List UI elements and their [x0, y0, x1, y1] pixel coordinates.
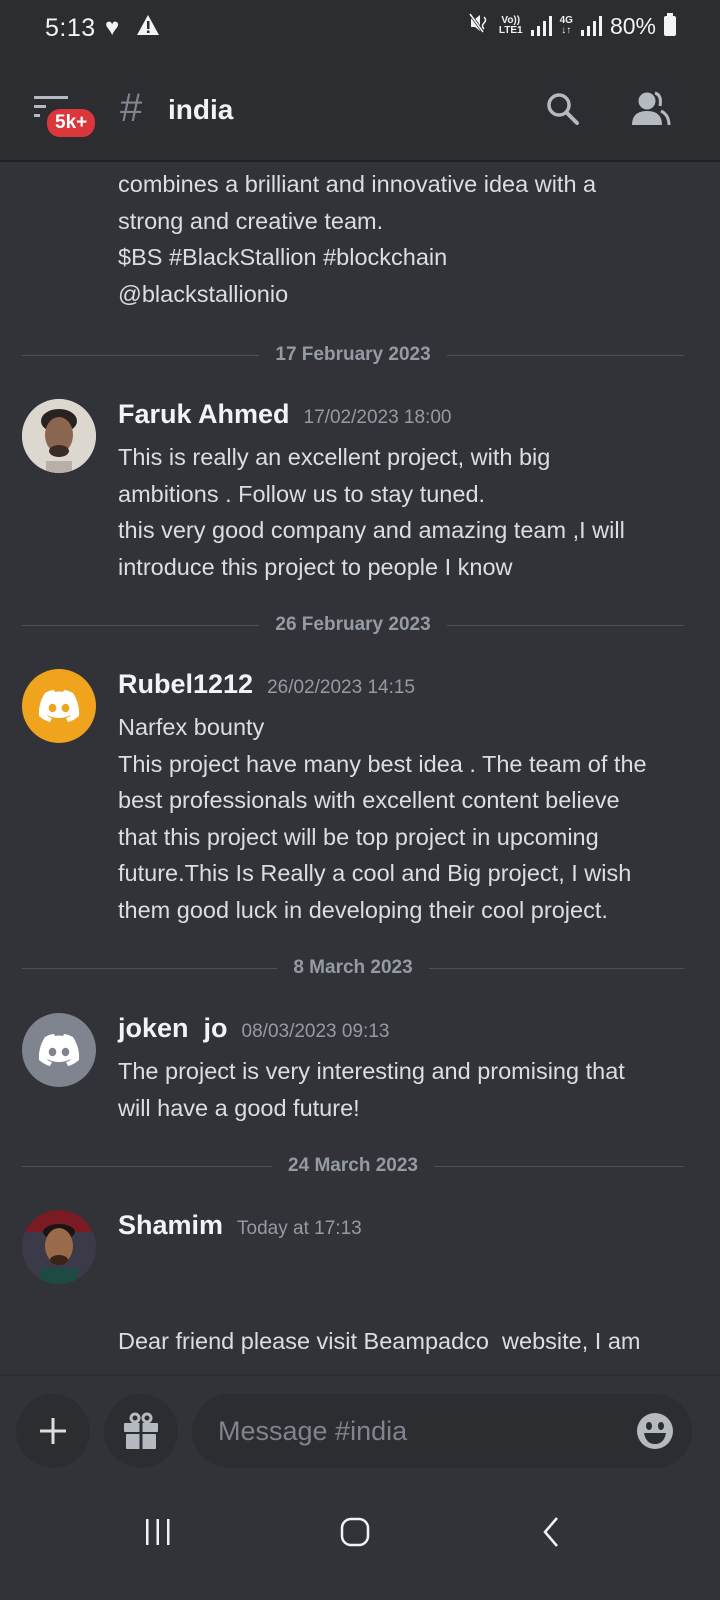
message-body: Rubel1212 26/02/2023 14:15 Narfex bounty… — [118, 669, 678, 928]
status-bar: 5:13 ♥ Vo)) LTE1 4G ↓↑ 80% — [0, 0, 720, 58]
message-input[interactable] — [218, 1394, 618, 1468]
signal-icon — [530, 16, 552, 36]
message-content: This is really an excellent project, wit… — [118, 444, 625, 580]
timestamp: 17/02/2023 18:00 — [303, 407, 452, 428]
android-nav-bar — [0, 1482, 720, 1600]
gift-button[interactable] — [104, 1394, 178, 1468]
emoji-icon — [637, 1413, 673, 1449]
emoji-button[interactable] — [636, 1412, 674, 1455]
volte-indicator: Vo)) LTE1 — [498, 15, 523, 36]
message-body: Faruk Ahmed 17/02/2023 18:00 This is rea… — [118, 399, 678, 585]
home-icon — [340, 1517, 370, 1547]
status-time: 5:13 — [45, 14, 96, 42]
discord-logo-icon — [38, 690, 80, 722]
timestamp: Today at 17:13 — [237, 1218, 362, 1239]
author-name[interactable]: Shamim — [118, 1210, 223, 1241]
continued-message: combines a brilliant and innovative idea… — [118, 171, 597, 307]
add-attachment-button[interactable] — [16, 1394, 90, 1468]
author-name[interactable]: joken jo — [118, 1013, 228, 1044]
back-icon — [543, 1517, 558, 1547]
date-divider: 26 February 2023 — [22, 610, 685, 640]
avatar[interactable] — [22, 1013, 96, 1087]
message-content: The project is very interesting and prom… — [118, 1058, 625, 1121]
avatar[interactable] — [22, 399, 96, 473]
back-button[interactable] — [512, 1502, 592, 1562]
message-body: Shamim Today at 17:13 Dear friend please… — [118, 1210, 678, 1374]
recent-apps-icon — [146, 1519, 170, 1545]
channel-title[interactable]: india — [168, 94, 233, 126]
mute-icon — [468, 12, 491, 40]
heart-icon: ♥ — [105, 14, 120, 41]
channel-header: 5k+ # india — [0, 58, 720, 162]
discord-logo-icon — [38, 1034, 80, 1066]
battery-icon — [664, 13, 676, 36]
gift-icon — [124, 1412, 158, 1449]
avatar[interactable] — [22, 1210, 96, 1284]
channel-hash-icon: # — [120, 86, 143, 130]
date-divider: 24 March 2023 — [22, 1151, 685, 1181]
author-name[interactable]: Rubel1212 — [118, 669, 253, 700]
message-input-container — [192, 1394, 692, 1468]
message-content: Dear friend please visit Beampadco websi… — [118, 1328, 641, 1354]
home-button[interactable] — [315, 1502, 395, 1562]
plus-icon — [40, 1418, 66, 1444]
timestamp: 08/03/2023 09:13 — [241, 1021, 390, 1042]
search-icon[interactable] — [545, 91, 581, 132]
avatar[interactable] — [22, 669, 96, 743]
message-content: Narfex bounty This project have many bes… — [118, 714, 647, 923]
members-icon[interactable] — [630, 91, 672, 132]
author-name[interactable]: Faruk Ahmed — [118, 399, 290, 430]
message-list[interactable]: combines a brilliant and innovative idea… — [0, 162, 720, 1374]
unread-badge: 5k+ — [44, 106, 99, 140]
network-indicator: 4G ↓↑ — [559, 15, 573, 36]
battery-percent: 80% — [609, 12, 656, 39]
message-composer — [0, 1374, 720, 1482]
warning-icon — [136, 14, 160, 41]
signal-icon-2 — [580, 16, 602, 36]
status-right: Vo)) LTE1 4G ↓↑ 80% — [468, 12, 676, 40]
message-body: joken jo 08/03/2023 09:13 The project is… — [118, 1013, 678, 1126]
date-divider: 17 February 2023 — [22, 340, 685, 370]
date-divider: 8 March 2023 — [22, 953, 685, 983]
recent-apps-button[interactable] — [118, 1502, 198, 1562]
timestamp: 26/02/2023 14:15 — [267, 677, 415, 698]
